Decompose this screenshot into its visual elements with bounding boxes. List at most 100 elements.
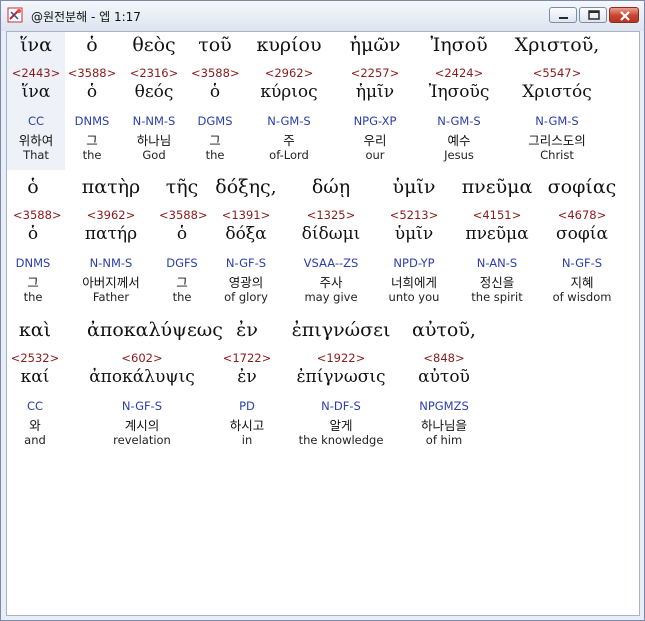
parse-text: NPG-XP bbox=[353, 114, 397, 128]
strong-number[interactable]: <2257> bbox=[339, 66, 411, 80]
strong-number[interactable]: <3588> bbox=[13, 208, 62, 222]
app-window: @원전분해 - 엡 1:17 ἵνα <2443> ἵνα CC 위하여 That ὁ <35… bbox=[0, 0, 645, 621]
word-cell[interactable]: πνεῦμα <4151> πνεῦμα N-AN-S 정신을 the spirit bbox=[447, 174, 547, 312]
greek-text: αὐτοῦ, bbox=[412, 319, 476, 341]
korean-text: 그리스도의 bbox=[528, 133, 586, 148]
word-cell[interactable]: δώῃ <1325> δίδωμι VSAA--ZS 주사 may give bbox=[281, 174, 381, 312]
lemma-text: ἵνα bbox=[21, 82, 51, 102]
greek-text: καὶ bbox=[18, 319, 52, 341]
word-cell[interactable]: ἐπιγνώσει <1922> ἐπίγνωσις N-DF-S 알게 the know… bbox=[281, 317, 401, 455]
lemma-text: δίδωμι bbox=[301, 224, 361, 244]
word-cell[interactable]: αὐτοῦ, <848> αὐτοῦ NPGMZS 하나님을 of him bbox=[399, 317, 489, 455]
strong-number[interactable]: <2316> bbox=[119, 66, 189, 80]
greek-text: δώῃ bbox=[311, 176, 351, 198]
english-text: our bbox=[365, 148, 385, 162]
lemma-text: πνεῦμα bbox=[465, 224, 529, 244]
strong-number[interactable]: <3588> bbox=[65, 66, 119, 80]
korean-text: 영광의 bbox=[228, 275, 264, 290]
maximize-button[interactable] bbox=[579, 7, 607, 23]
lemma-text: ὁ bbox=[27, 224, 39, 244]
word-cell[interactable]: ὁ <3588> ὁ DNMS 그 the bbox=[65, 32, 119, 170]
minimize-button[interactable] bbox=[549, 7, 577, 23]
english-text: of-Lord bbox=[269, 148, 309, 162]
close-button[interactable] bbox=[609, 7, 639, 23]
title-bar[interactable]: @원전분해 - 엡 1:17 bbox=[1, 1, 644, 31]
greek-text: ὁ bbox=[27, 176, 39, 198]
word-cell[interactable]: Χριστοῦ, <5547> Χριστός N-GM-S 그리스도의 Christ bbox=[507, 32, 607, 170]
strong-number[interactable]: <602> bbox=[87, 351, 197, 365]
lemma-text: ὁ bbox=[86, 82, 98, 102]
word-cell[interactable]: ἐν <1722> ἐν PD 하시고 in bbox=[221, 317, 273, 455]
korean-text: 하나님 bbox=[136, 133, 172, 148]
lemma-text: ἐπίγνωσις bbox=[296, 367, 386, 387]
lemma-text: Χριστός bbox=[522, 82, 592, 102]
strong-number[interactable]: <2532> bbox=[7, 351, 63, 365]
english-text: the bbox=[172, 290, 192, 304]
word-cell[interactable]: σοφίας <4678> σοφία N-GF-S 지혜 of wisdom bbox=[547, 174, 617, 312]
korean-text: 그 bbox=[86, 133, 98, 148]
korean-text: 계시의 bbox=[124, 418, 160, 433]
word-cell[interactable]: ἀποκαλύψεως <602> ἀποκάλυψις N-GF-S 계시의 revel… bbox=[87, 317, 223, 455]
greek-text: θεὸς bbox=[132, 34, 176, 56]
english-text: and bbox=[24, 433, 46, 447]
word-cell[interactable]: ὁ <3588> ὁ DNMS 그 the bbox=[13, 174, 62, 312]
greek-text: δόξης, bbox=[215, 176, 277, 198]
word-cell[interactable]: τῆς <3588> ὁ DGFS 그 the bbox=[159, 174, 208, 312]
strong-number[interactable]: <1922> bbox=[281, 351, 401, 365]
english-text: God bbox=[142, 148, 166, 162]
word-cell[interactable]: κυρίου <2962> κύριος N-GM-S 주 of-Lord bbox=[239, 32, 339, 170]
strong-number[interactable]: <5213> bbox=[381, 208, 447, 222]
lemma-text: ὁ bbox=[209, 82, 221, 102]
strong-number[interactable]: <4678> bbox=[547, 208, 617, 222]
parse-text: DGMS bbox=[197, 114, 233, 128]
word-cell[interactable]: δόξης, <1391> δόξα N-GF-S 영광의 of glory bbox=[211, 174, 281, 312]
strong-number[interactable]: <2962> bbox=[239, 66, 339, 80]
strong-number[interactable]: <3588> bbox=[191, 66, 240, 80]
word-cell[interactable]: ἵνα <2443> ἵνα CC 위하여 That bbox=[7, 32, 65, 170]
strong-number[interactable]: <1722> bbox=[221, 351, 273, 365]
korean-text: 우리 bbox=[363, 133, 387, 148]
greek-text: ὑμῖν bbox=[392, 176, 436, 198]
english-text: of him bbox=[425, 433, 463, 447]
strong-number[interactable]: <1325> bbox=[281, 208, 381, 222]
maximize-icon bbox=[588, 10, 600, 20]
parse-text: N-GF-S bbox=[121, 399, 163, 413]
word-cell[interactable]: Ἰησοῦ <2424> Ἰησοῦς N-GM-S 예수 Jesus bbox=[411, 32, 507, 170]
minimize-icon bbox=[559, 17, 568, 19]
strong-number[interactable]: <2424> bbox=[411, 66, 507, 80]
word-cell[interactable]: πατὴρ <3962> πατήρ N-NM-S 아버지께서 Father bbox=[71, 174, 151, 312]
word-cell[interactable]: καὶ <2532> καί CC 와 and bbox=[7, 317, 63, 455]
strong-number[interactable]: <2443> bbox=[7, 66, 65, 80]
parse-text: N-GM-S bbox=[267, 114, 311, 128]
english-text: of glory bbox=[224, 290, 268, 304]
word-cell[interactable]: τοῦ <3588> ὁ DGMS 그 the bbox=[191, 32, 240, 170]
close-icon bbox=[620, 11, 630, 21]
english-text: the bbox=[205, 148, 225, 162]
english-text: the knowledge bbox=[298, 433, 384, 447]
english-text: Father bbox=[92, 290, 130, 304]
lemma-text: ὁ bbox=[176, 224, 188, 244]
korean-text: 하나님을 bbox=[420, 418, 467, 433]
korean-text: 지혜 bbox=[570, 275, 594, 290]
greek-text: τῆς bbox=[165, 176, 199, 198]
strong-number[interactable]: <4151> bbox=[447, 208, 547, 222]
english-text: the bbox=[82, 148, 102, 162]
strong-number[interactable]: <3962> bbox=[71, 208, 151, 222]
strong-number[interactable]: <3588> bbox=[159, 208, 208, 222]
window-title: @원전분해 - 엡 1:17 bbox=[31, 10, 141, 24]
lemma-text: Ἰησοῦς bbox=[428, 82, 490, 102]
english-text: revelation bbox=[113, 433, 171, 447]
korean-text: 주사 bbox=[319, 275, 343, 290]
strong-number[interactable]: <5547> bbox=[507, 66, 607, 80]
word-cell[interactable]: ἡμῶν <2257> ἡμῖν NPG-XP 우리 our bbox=[339, 32, 411, 170]
word-cell[interactable]: θεὸς <2316> θεός N-NM-S 하나님 God bbox=[119, 32, 189, 170]
strong-number[interactable]: <1391> bbox=[211, 208, 281, 222]
strong-number[interactable]: <848> bbox=[399, 351, 489, 365]
parse-text: CC bbox=[27, 114, 45, 128]
lemma-text: ἡμῖν bbox=[355, 82, 395, 102]
greek-text: Χριστοῦ, bbox=[514, 34, 600, 56]
word-cell[interactable]: ὑμῖν <5213> ὑμῖν NPD-YP 너희에게 unto you bbox=[381, 174, 447, 312]
interlinear-panel[interactable]: ἵνα <2443> ἵνα CC 위하여 That ὁ <3588> ὁ DNMS 그 the θεὸ… bbox=[6, 31, 640, 616]
parse-text: N-NM-S bbox=[89, 256, 133, 270]
parse-text: NPGMZS bbox=[419, 399, 469, 413]
